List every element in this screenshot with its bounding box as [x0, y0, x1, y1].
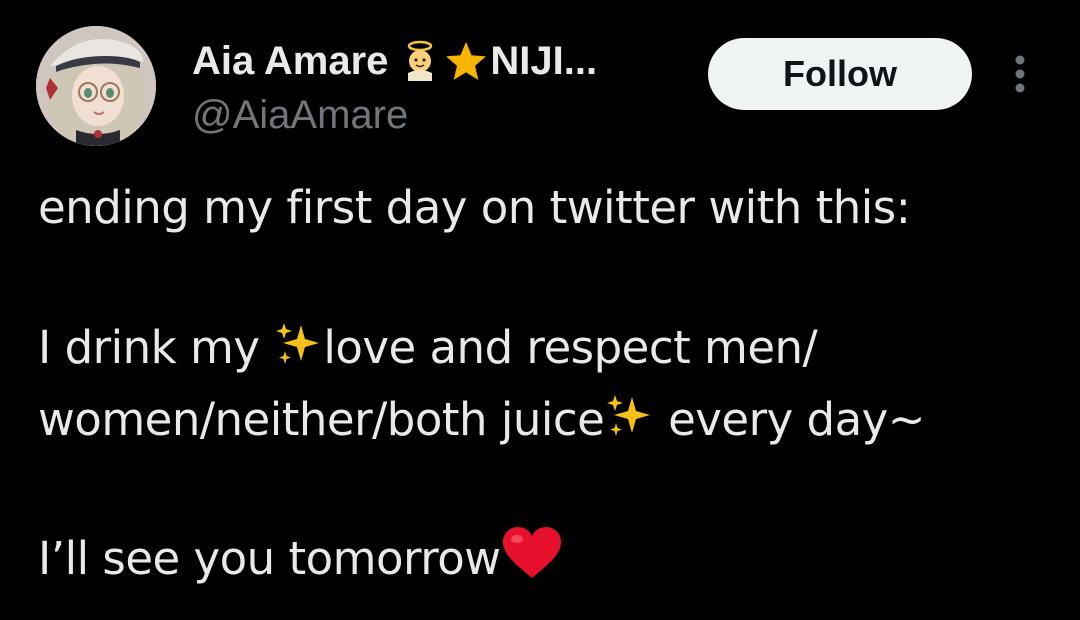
tweet: Aia Amare NIJI... @AiaAmare Follow endin…: [0, 0, 1080, 620]
tweet-line-4: I’ll see you tomorrow: [38, 526, 561, 590]
tweet-line-1-text: ending my first day on twitter with this…: [38, 181, 911, 234]
tweet-line-2-pre: I drink my: [38, 321, 274, 374]
follow-button[interactable]: Follow: [708, 38, 972, 110]
more-options-button[interactable]: [1004, 52, 1036, 96]
tweet-line-3-post: every day~: [654, 393, 925, 446]
tweet-line-2: I drink my love and respect men/: [38, 316, 818, 380]
handle[interactable]: @AiaAmare: [192, 92, 408, 138]
avatar-image: [36, 26, 156, 146]
angel-baby-emoji-icon: [398, 39, 442, 83]
display-name-text: Aia Amare: [192, 39, 389, 83]
star-emoji-icon: [444, 39, 488, 83]
tweet-line-3-pre: women/neither/both juice: [38, 393, 605, 446]
tweet-line-2-post: love and respect men/: [323, 321, 818, 374]
tweet-line-4-pre: I’ll see you tomorrow: [38, 532, 501, 585]
sparkles-emoji-icon: [604, 391, 654, 441]
tweet-line-1: ending my first day on twitter with this…: [38, 176, 911, 240]
tweet-line-3: women/neither/both juice every day~: [38, 388, 925, 452]
sparkles-emoji-icon: [273, 319, 323, 369]
avatar[interactable]: [36, 26, 156, 146]
display-name-suffix: NIJI...: [490, 39, 598, 83]
more-vertical-icon: [1015, 55, 1025, 93]
display-name[interactable]: Aia Amare NIJI...: [192, 38, 597, 84]
red-heart-emoji-icon: [501, 526, 561, 578]
